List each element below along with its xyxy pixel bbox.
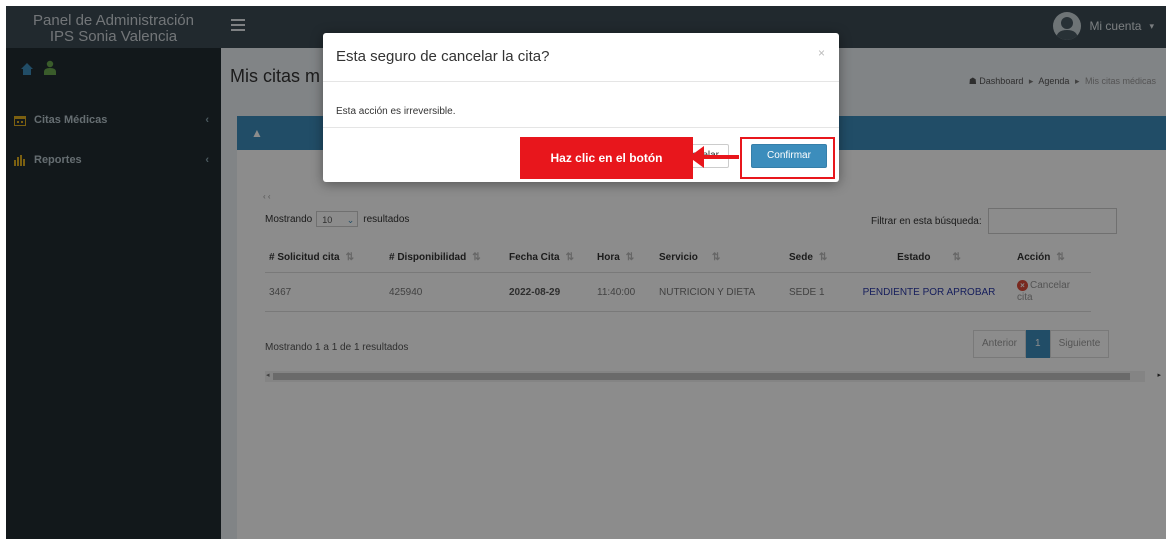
highlight-box bbox=[740, 137, 835, 179]
divider bbox=[323, 127, 839, 128]
instruction-callout: Haz clic en el botón bbox=[520, 137, 693, 179]
dialog-message: Esta acción es irreversible. bbox=[336, 106, 456, 117]
close-icon[interactable]: × bbox=[818, 46, 825, 60]
confirm-cancel-dialog: Esta seguro de cancelar la cita? × Esta … bbox=[323, 33, 839, 182]
dialog-title: Esta seguro de cancelar la cita? bbox=[336, 48, 550, 65]
app-window: Panel de Administración IPS Sonia Valenc… bbox=[6, 6, 1166, 539]
divider bbox=[323, 81, 839, 82]
